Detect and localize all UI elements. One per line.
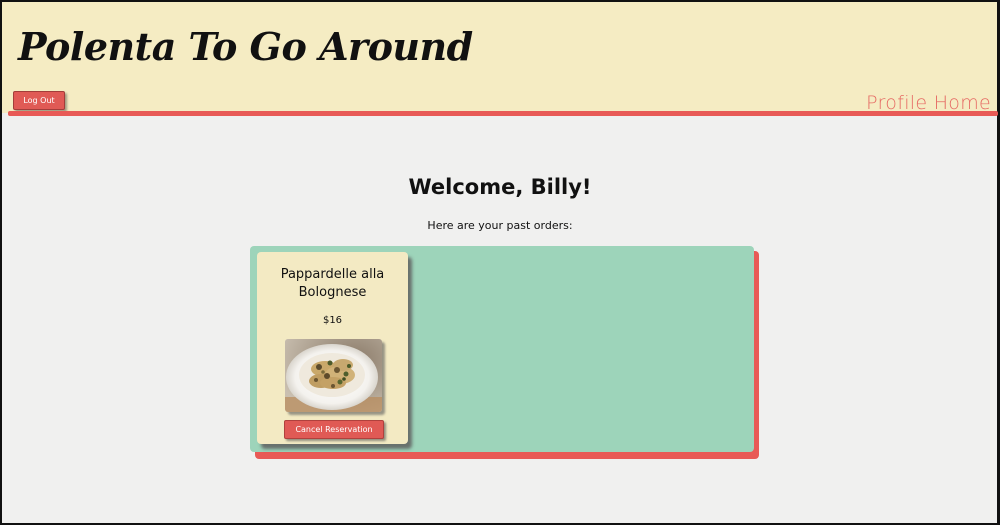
order-dish-name: Pappardelle alla Bolognese — [280, 267, 385, 300]
dish-photo — [285, 339, 382, 412]
pasta-dish-image — [285, 339, 382, 412]
cancel-reservation-button[interactable]: Cancel Reservation — [284, 420, 384, 439]
logout-button[interactable]: Log Out — [13, 91, 65, 110]
page-title: Welcome, Billy! — [408, 175, 592, 199]
order-price: $16 — [322, 315, 343, 326]
orders-subtitle: Here are your past orders: — [427, 219, 573, 232]
order-card: Pappardelle alla Bolognese $16 Cancel Re… — [257, 252, 408, 444]
site-brand: Polenta To Go Around — [18, 24, 473, 69]
site-header: Polenta To Go Around Log Out Profile Hom… — [2, 2, 997, 114]
header-divider — [8, 111, 998, 116]
